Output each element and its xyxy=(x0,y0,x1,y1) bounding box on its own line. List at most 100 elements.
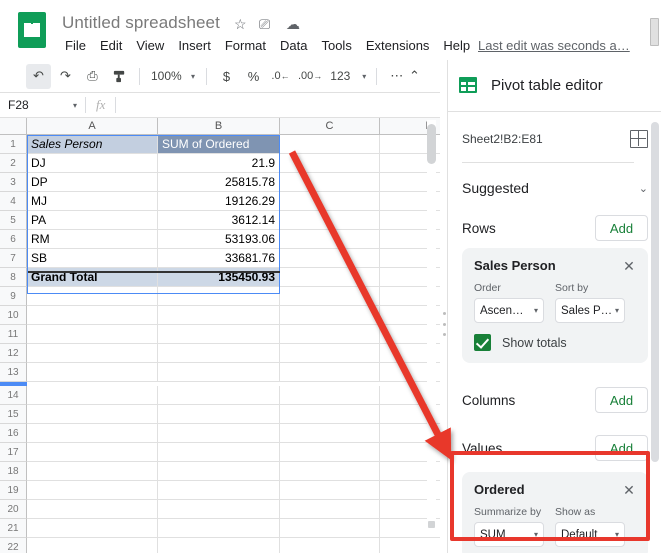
column-header-b[interactable]: B xyxy=(158,118,280,135)
menu-view[interactable]: View xyxy=(129,36,171,55)
menu-insert[interactable]: Insert xyxy=(171,36,218,55)
grid-cell-A13[interactable] xyxy=(27,363,158,382)
grid-cell-B6[interactable]: 53193.06 xyxy=(158,230,280,249)
close-icon[interactable]: ✕ xyxy=(622,260,636,272)
grid-cell-B7[interactable]: 33681.76 xyxy=(158,249,280,268)
formula-input[interactable] xyxy=(116,93,440,118)
paint-format-icon[interactable] xyxy=(107,64,132,89)
grid-cell-A15[interactable] xyxy=(27,405,158,424)
row-header-4[interactable]: 4 xyxy=(0,192,27,211)
order-select[interactable]: Ascen… ▾ xyxy=(474,298,544,323)
collapse-toolbar-button[interactable]: ⌃ xyxy=(402,64,427,89)
row-header-9[interactable]: 9 xyxy=(0,287,27,306)
panel-scrollbar-thumb[interactable] xyxy=(651,122,659,462)
grid-cell-B11[interactable] xyxy=(158,325,280,344)
table-row[interactable] xyxy=(27,344,440,363)
grid-cell-C22[interactable] xyxy=(280,538,380,553)
grid-cell-B8[interactable]: 135450.93 xyxy=(158,268,280,287)
grid-cell-B12[interactable] xyxy=(158,344,280,363)
decrease-decimal-button[interactable]: .0← xyxy=(268,64,293,89)
grid-cell-C14[interactable] xyxy=(280,386,380,405)
table-row[interactable] xyxy=(27,519,440,538)
cloud-saved-icon[interactable]: ☁ xyxy=(286,17,300,31)
table-row[interactable]: Grand Total135450.93 xyxy=(27,268,440,287)
select-range-icon[interactable] xyxy=(630,130,648,148)
grid-cell-A21[interactable] xyxy=(27,519,158,538)
grid-vertical-scrollbar[interactable] xyxy=(427,120,436,530)
table-row[interactable] xyxy=(27,386,440,405)
name-box[interactable]: F28 ▾ xyxy=(0,93,85,118)
panel-scrollbar[interactable] xyxy=(651,122,659,542)
grid-cell-C3[interactable] xyxy=(280,173,380,192)
table-row[interactable] xyxy=(27,462,440,481)
table-row[interactable]: Sales PersonSUM of Ordered xyxy=(27,135,440,154)
grid-cell-A22[interactable] xyxy=(27,538,158,553)
number-format-select[interactable]: 123 ▾ xyxy=(327,64,369,89)
print-button[interactable]: ⎙ xyxy=(80,64,105,89)
row-header-22[interactable]: 22 xyxy=(0,538,27,553)
grid-cell-A19[interactable] xyxy=(27,481,158,500)
grid-cell-B10[interactable] xyxy=(158,306,280,325)
grid-cell-A20[interactable] xyxy=(27,500,158,519)
table-row[interactable] xyxy=(27,481,440,500)
scrollbar-end-button[interactable] xyxy=(428,521,435,528)
row-header-21[interactable]: 21 xyxy=(0,519,27,538)
grid-cell-C8[interactable] xyxy=(280,268,380,287)
grid-cell-A7[interactable]: SB xyxy=(27,249,158,268)
grid-cell-C9[interactable] xyxy=(280,287,380,306)
grid-cell-A3[interactable]: DP xyxy=(27,173,158,192)
row-header-15[interactable]: 15 xyxy=(0,405,27,424)
column-header-c[interactable]: C xyxy=(280,118,380,135)
grid-cell-B5[interactable]: 3612.14 xyxy=(158,211,280,230)
row-header-1[interactable]: 1 xyxy=(0,135,27,154)
grid-cell-D22[interactable] xyxy=(380,538,440,553)
show-totals-row[interactable]: Show totals xyxy=(474,334,636,351)
grid-cell-C7[interactable] xyxy=(280,249,380,268)
grid-cell-C5[interactable] xyxy=(280,211,380,230)
grid-cell-A4[interactable]: MJ xyxy=(27,192,158,211)
row-header-5[interactable]: 5 xyxy=(0,211,27,230)
menu-extensions[interactable]: Extensions xyxy=(359,36,437,55)
grid-cell-B9[interactable] xyxy=(158,287,280,306)
menu-data[interactable]: Data xyxy=(273,36,314,55)
grid-cell-C1[interactable] xyxy=(280,135,380,154)
percent-format-button[interactable]: % xyxy=(241,64,266,89)
show-totals-checkbox[interactable] xyxy=(474,334,491,351)
rows-field-card[interactable]: Sales Person ✕ Order Ascen… ▾ Sort by xyxy=(462,248,648,363)
row-header-11[interactable]: 11 xyxy=(0,325,27,344)
undo-button[interactable]: ↶ xyxy=(26,64,51,89)
document-title[interactable]: Untitled spreadsheet xyxy=(62,13,220,33)
grid-cell-A2[interactable]: DJ xyxy=(27,154,158,173)
grid-cell-A6[interactable]: RM xyxy=(27,230,158,249)
grid-cell-A10[interactable] xyxy=(27,306,158,325)
grid-cell-C6[interactable] xyxy=(280,230,380,249)
grid-cell-C15[interactable] xyxy=(280,405,380,424)
move-to-folder-icon[interactable]: ⎚ xyxy=(259,17,270,31)
row-header-19[interactable]: 19 xyxy=(0,481,27,500)
grid-cell-C19[interactable] xyxy=(280,481,380,500)
increase-decimal-button[interactable]: .00→ xyxy=(295,64,325,89)
row-header-3[interactable]: 3 xyxy=(0,173,27,192)
row-header-16[interactable]: 16 xyxy=(0,424,27,443)
row-header-6[interactable]: 6 xyxy=(0,230,27,249)
table-row[interactable] xyxy=(27,325,440,344)
add-row-button[interactable]: Add xyxy=(595,215,648,241)
grid-cell-B20[interactable] xyxy=(158,500,280,519)
grid-cell-B21[interactable] xyxy=(158,519,280,538)
browser-scrollbar[interactable] xyxy=(650,18,659,46)
table-row[interactable] xyxy=(27,287,440,306)
grid-cell-A18[interactable] xyxy=(27,462,158,481)
grid-cell-A12[interactable] xyxy=(27,344,158,363)
grid-cell-B1[interactable]: SUM of Ordered xyxy=(158,135,280,154)
column-header-a[interactable]: A xyxy=(27,118,158,135)
grid-cell-C10[interactable] xyxy=(280,306,380,325)
scrollbar-thumb[interactable] xyxy=(427,124,436,164)
zoom-select[interactable]: 100% ▾ xyxy=(147,64,199,89)
row-header-8[interactable]: 8 xyxy=(0,268,27,287)
row-header-10[interactable]: 10 xyxy=(0,306,27,325)
grid-cell-B13[interactable] xyxy=(158,363,280,382)
grid-cell-A1[interactable]: Sales Person xyxy=(27,135,158,154)
row-header-13[interactable]: 13 xyxy=(0,363,27,382)
last-edit-status[interactable]: Last edit was seconds a… xyxy=(478,38,630,53)
row-header-20[interactable]: 20 xyxy=(0,500,27,519)
